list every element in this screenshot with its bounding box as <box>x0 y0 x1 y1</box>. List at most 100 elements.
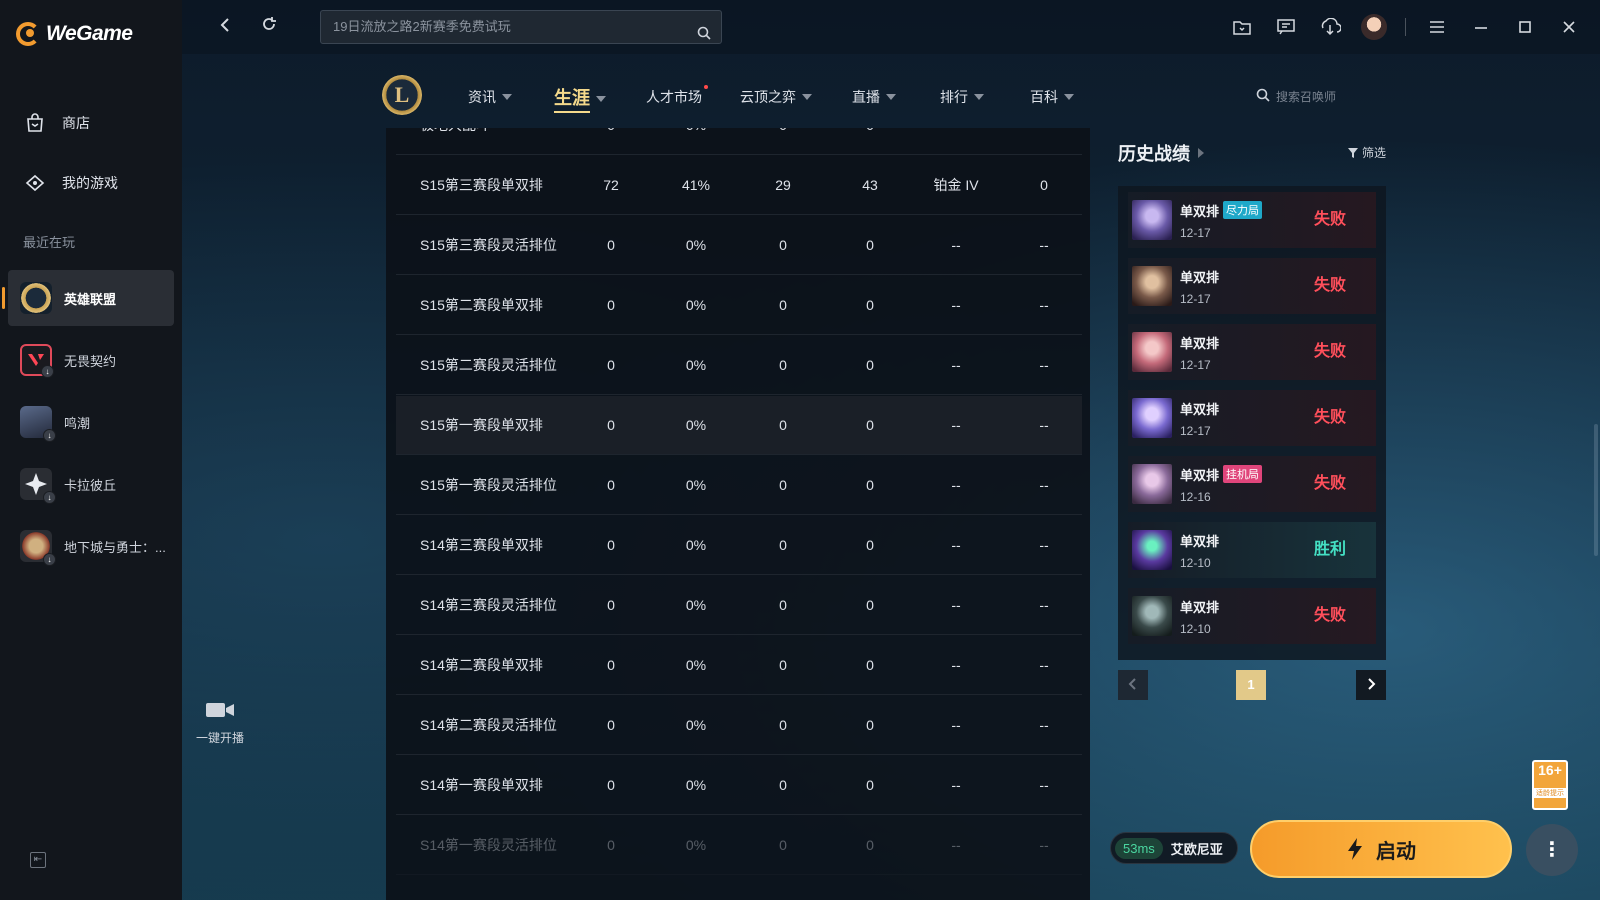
table-row[interactable]: S14第二赛段单双排 0 0% 0 0 -- -- <box>396 636 1082 695</box>
cell-losses: 0 <box>866 657 874 673</box>
search-icon[interactable] <box>697 20 711 52</box>
table-row[interactable]: S14第一赛段单双排 0 0% 0 0 -- -- <box>396 756 1082 815</box>
next-page-button[interactable] <box>1356 670 1386 700</box>
champion-avatar <box>1132 464 1172 504</box>
launch-button[interactable]: 启动 <box>1250 820 1512 878</box>
server-name: 艾欧尼亚 <box>1170 841 1223 857</box>
cell-losses: 0 <box>866 477 874 493</box>
table-row[interactable]: S14第三赛段单双排 0 0% 0 0 -- -- <box>396 516 1082 575</box>
cell-winrate: 0% <box>685 417 707 433</box>
match-history-title[interactable]: 历史战绩 <box>1118 140 1386 166</box>
ping-badge: 53ms <box>1115 837 1163 859</box>
chevron-right-icon <box>1198 148 1204 158</box>
age-rating-note: 适龄提示 <box>1534 788 1566 798</box>
tab-tft[interactable]: 云顶之弈 <box>740 87 812 107</box>
cell-points: -- <box>1039 777 1049 793</box>
table-row[interactable]: S14第一赛段灵活排位 0 0% 0 0 -- -- <box>396 816 1082 875</box>
cell-mode: S14第二赛段单双排 <box>420 657 543 673</box>
folder-icon[interactable] <box>1229 14 1255 40</box>
cell-games: 0 <box>607 417 615 433</box>
match-result: 失败 <box>1313 277 1346 294</box>
sidebar-game-wuthering-waves[interactable]: ↓ 鸣潮 <box>8 394 174 450</box>
message-icon[interactable] <box>1273 14 1299 40</box>
sidebar-game-lol[interactable]: 英雄联盟 <box>2 270 174 326</box>
table-row[interactable]: S15第二赛段单双排 0 0% 0 0 -- -- <box>396 276 1082 335</box>
menu-icon[interactable] <box>1424 14 1450 40</box>
table-row[interactable]: S15第一赛段灵活排位 0 0% 0 0 -- -- <box>396 456 1082 515</box>
download-icon: ↓ <box>43 553 56 566</box>
filter-button[interactable]: 筛选 <box>1347 144 1386 161</box>
table-row[interactable]: S15第三赛段灵活排位 0 0% 0 0 -- -- <box>396 216 1082 275</box>
tab-news[interactable]: 资讯 <box>468 87 512 107</box>
left-sidebar: WeGame 商店 我的游戏 最近在玩 英雄联盟 ↓ 无畏契约 ↓ 鸣潮 ↓ 卡… <box>0 0 182 900</box>
refresh-icon[interactable] <box>256 14 282 40</box>
chevron-left-icon <box>1128 678 1136 690</box>
cell-mode: S15第三赛段灵活排位 <box>420 237 557 253</box>
match-item[interactable]: 单双排 12-10 失败 <box>1128 588 1376 644</box>
maximize-icon[interactable] <box>1512 14 1538 40</box>
table-row[interactable]: S14第三赛段灵活排位 0 0% 0 0 -- -- <box>396 576 1082 635</box>
close-icon[interactable] <box>1556 14 1582 40</box>
tab-wiki[interactable]: 百科 <box>1030 87 1074 107</box>
cell-mode: S15第二赛段单双排 <box>420 297 543 313</box>
match-result: 失败 <box>1313 475 1346 492</box>
cell-points: -- <box>1039 237 1049 253</box>
cell-mode: S14第一赛段单双排 <box>420 777 543 793</box>
download-icon: ↓ <box>41 365 54 378</box>
cell-games: 0 <box>607 297 615 313</box>
lol-logo-letter: L <box>394 82 410 107</box>
match-date: 12-17 <box>1180 423 1211 438</box>
cell-winrate: 0% <box>685 477 707 493</box>
match-date: 12-10 <box>1180 621 1211 636</box>
main-area: 19日流放之路2新赛季免费试玩 L 资讯 生涯 人才市场 云顶之弈 直播 排行 … <box>182 0 1600 900</box>
match-tag-badge: 尽力局 <box>1223 201 1263 219</box>
page-scrollbar[interactable] <box>1594 424 1598 556</box>
lol-thumbnail-icon <box>20 282 52 314</box>
cell-mode: S15第二赛段灵活排位 <box>420 357 557 373</box>
match-item[interactable]: 单双排 尽力局 12-17 失败 <box>1128 192 1376 248</box>
lightning-icon <box>1348 838 1362 860</box>
page-number-button[interactable]: 1 <box>1236 670 1266 700</box>
match-item[interactable]: 单双排 12-17 失败 <box>1128 258 1376 314</box>
wegame-logo[interactable]: WeGame <box>16 22 133 46</box>
video-camera-icon <box>206 703 234 717</box>
table-row[interactable]: S15第二赛段灵活排位 0 0% 0 0 -- -- <box>396 336 1082 395</box>
server-selector[interactable]: 53ms 艾欧尼亚 <box>1110 832 1238 864</box>
cell-winrate: 0% <box>685 837 707 853</box>
prev-page-button[interactable] <box>1118 670 1148 700</box>
chevron-right-icon <box>1368 678 1376 690</box>
table-row[interactable]: 极地大乱斗 0 0% 0 0 -- -- <box>396 128 1082 155</box>
cell-losses: 0 <box>866 237 874 253</box>
more-options-button[interactable]: ⋮ <box>1526 824 1578 876</box>
tab-talent-market[interactable]: 人才市场 <box>646 85 708 107</box>
game-label: 地下城与勇士：... <box>64 539 166 555</box>
summoner-search-input[interactable]: 搜索召唤师 <box>1256 88 1336 105</box>
sidebar-game-strinova[interactable]: ↓ 卡拉彼丘 <box>8 456 174 512</box>
sidebar-game-valorant[interactable]: ↓ 无畏契约 <box>8 332 174 388</box>
one-click-stream-button[interactable]: 一键开播 <box>190 700 250 746</box>
minimize-icon[interactable] <box>1468 14 1494 40</box>
table-row[interactable]: S15第一赛段单双排 0 0% 0 0 -- -- <box>396 396 1082 455</box>
match-date: 12-17 <box>1180 291 1211 306</box>
download-manager-icon[interactable] <box>1317 14 1343 40</box>
global-search-input[interactable]: 19日流放之路2新赛季免费试玩 <box>320 10 722 44</box>
match-item[interactable]: 单双排 挂机局 12-16 失败 <box>1128 456 1376 512</box>
lol-logo-icon[interactable]: L <box>382 75 422 115</box>
tab-live[interactable]: 直播 <box>852 87 896 107</box>
back-icon[interactable] <box>212 14 238 40</box>
match-item[interactable]: 单双排 12-10 胜利 <box>1128 522 1376 578</box>
tab-career[interactable]: 生涯 <box>554 84 606 113</box>
match-item[interactable]: 单双排 12-17 失败 <box>1128 324 1376 380</box>
collapse-sidebar-button[interactable]: ⇤ <box>30 852 46 868</box>
match-item[interactable]: 单双排 12-17 失败 <box>1128 390 1376 446</box>
cell-losses: 0 <box>866 357 874 373</box>
match-history-panel: 历史战绩 筛选 单双排 尽力局 12-17 失败 单双排 12-17 失败 单双… <box>1118 140 1386 700</box>
table-row[interactable]: S15第三赛段单双排 72 41% 29 43 铂金 IV 0 <box>396 156 1082 215</box>
user-avatar[interactable] <box>1361 14 1387 40</box>
table-row[interactable]: S14第二赛段灵活排位 0 0% 0 0 -- -- <box>396 696 1082 755</box>
sidebar-game-dnf[interactable]: ↓ 地下城与勇士：... <box>8 518 174 574</box>
tab-label: 生涯 <box>554 84 590 113</box>
sidebar-item-store[interactable]: 商店 <box>22 110 90 136</box>
sidebar-item-my-games[interactable]: 我的游戏 <box>22 170 118 196</box>
tab-ranking[interactable]: 排行 <box>940 87 984 107</box>
